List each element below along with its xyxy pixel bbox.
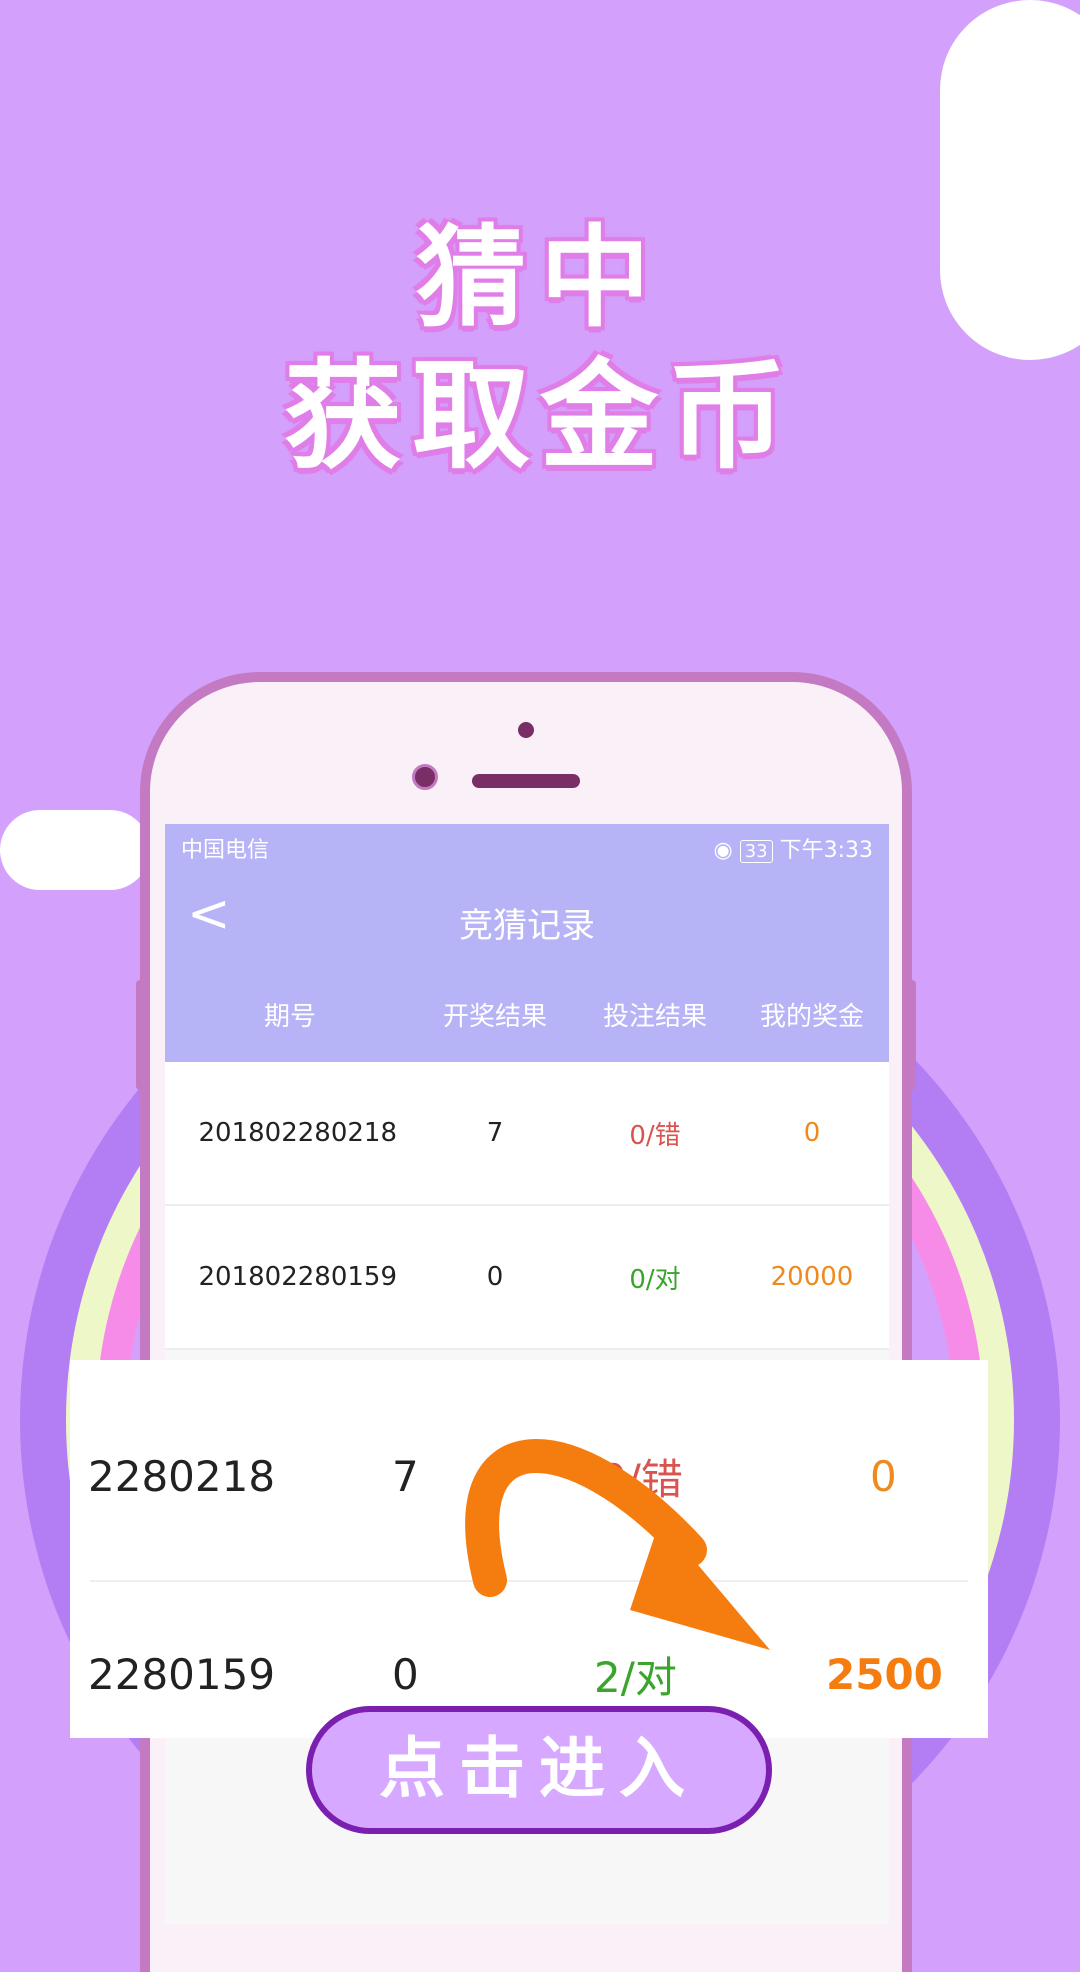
cell-result: 7 xyxy=(486,1118,504,1148)
headline-line-2: 获取金币 xyxy=(283,347,796,485)
nav-bar: < 竞猜记录 xyxy=(165,872,889,966)
status-right: ◉ 33 下午3:33 xyxy=(713,832,873,864)
battery-icon: 33 xyxy=(739,840,773,863)
zoom-callout: 2280218 7 0/错 0 2280159 0 2/对 2500 xyxy=(70,1360,988,1738)
cell-result: 0 xyxy=(486,1262,504,1292)
table-header: 期号 开奖结果 投注结果 我的奖金 xyxy=(165,966,889,1062)
cell-period: 201802280159 xyxy=(198,1262,397,1292)
proximity-sensor-icon xyxy=(412,764,438,790)
cell-prize: 0 xyxy=(803,1118,821,1148)
enter-button[interactable]: 点击进入 xyxy=(306,1706,772,1834)
status-bar: 中国电信 ◉ 33 下午3:33 xyxy=(165,824,889,872)
header-bet-result: 投注结果 xyxy=(602,1001,707,1032)
cell-bet: 0/错 xyxy=(629,1120,681,1151)
front-camera-icon xyxy=(518,722,534,738)
header-my-prize: 我的奖金 xyxy=(759,1001,864,1032)
table-row[interactable]: 201802280218 7 0/错 0 xyxy=(165,1062,889,1206)
page-title: 竞猜记录 xyxy=(459,906,595,946)
cell-period: 201802280218 xyxy=(198,1118,397,1148)
header-draw-result: 开奖结果 xyxy=(442,1001,547,1032)
clock: 下午3:33 xyxy=(779,838,873,863)
side-button xyxy=(136,980,146,1090)
earpiece-speaker xyxy=(472,774,580,788)
cell-prize: 20000 xyxy=(770,1262,854,1292)
cloud-left xyxy=(0,810,150,890)
side-button xyxy=(906,980,916,1090)
curved-arrow-icon xyxy=(465,1439,770,1650)
table-row[interactable]: 201802280159 0 0/对 20000 xyxy=(165,1206,889,1350)
header-period: 期号 xyxy=(263,1001,316,1032)
cell-bet: 0/对 xyxy=(629,1264,681,1295)
wifi-icon: ◉ xyxy=(713,838,733,863)
carrier-label: 中国电信 xyxy=(181,838,270,863)
